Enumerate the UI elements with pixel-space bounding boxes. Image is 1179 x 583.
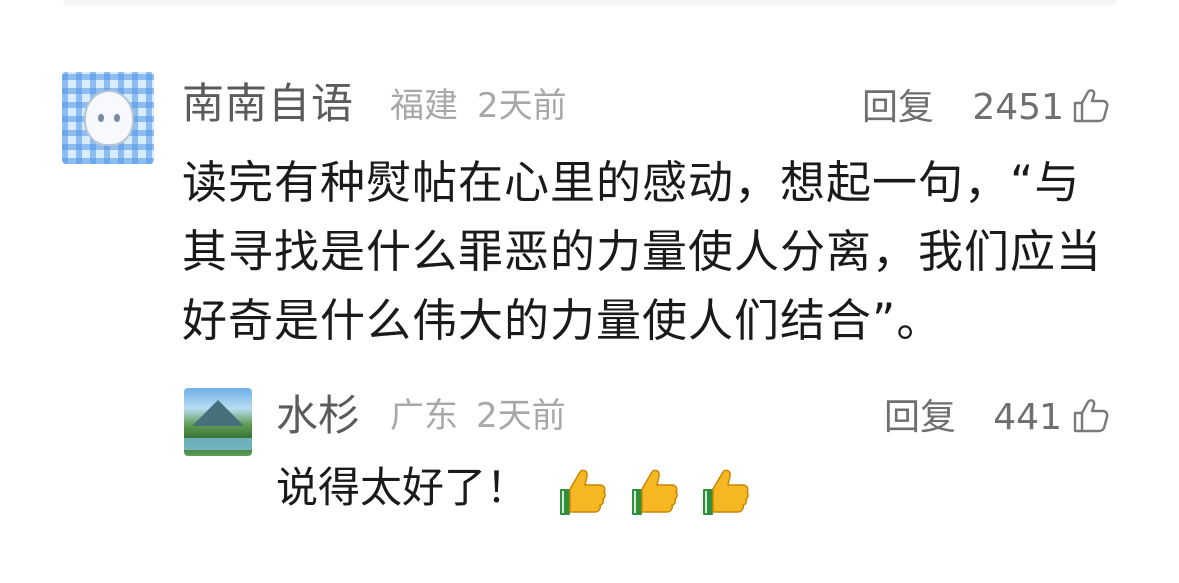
reply-button[interactable]: 回复 — [862, 84, 934, 132]
comment-username[interactable]: 南南自语 — [182, 76, 354, 132]
like-count: 441 — [993, 397, 1062, 438]
reply-button[interactable]: 回复 — [884, 394, 956, 442]
reply-time: 2天前 — [476, 396, 566, 436]
previous-item-divider — [62, 0, 1118, 6]
thumbs-up-outline-icon[interactable] — [1070, 86, 1110, 126]
reply-username[interactable]: 水杉 — [276, 388, 360, 444]
comment-text: 读完有种熨帖在心里的感动，想起一句，“与其寻找是什么罪恶的力量使人分离，我们应当… — [182, 156, 1103, 347]
reply-location: 广东 — [390, 396, 458, 436]
landscape-avatar-icon — [192, 400, 244, 426]
anime-girl-avatar-icon — [84, 90, 134, 146]
thumbs-up-emoji — [703, 469, 749, 515]
thumbs-up-emoji — [631, 469, 678, 515]
reply-text: 说得太好了！ — [276, 463, 529, 512]
thumbs-up-emoji — [560, 469, 607, 515]
like-count: 2451 — [972, 87, 1064, 128]
comment-location: 福建 — [390, 86, 458, 126]
reply-text-line: 说得太好了！ — [276, 458, 758, 521]
user-avatar[interactable] — [184, 388, 252, 456]
thumbs-up-outline-icon[interactable] — [1070, 396, 1110, 436]
user-avatar[interactable] — [62, 72, 154, 164]
comment-time: 2天前 — [477, 86, 567, 126]
emoji-group — [557, 461, 758, 521]
